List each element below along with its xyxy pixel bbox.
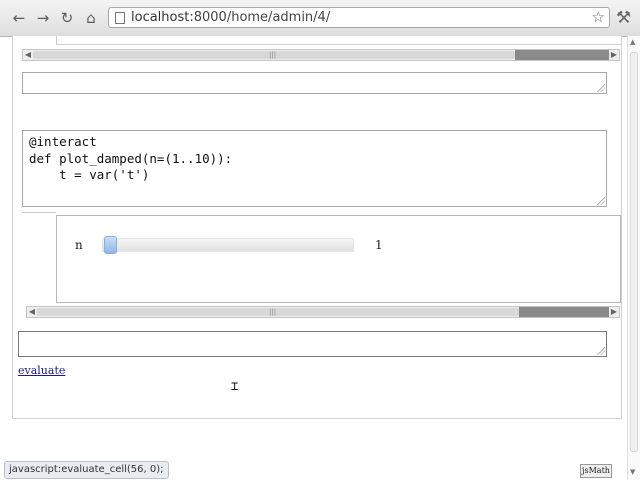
active-input-cell[interactable]	[18, 331, 607, 357]
evaluate-link[interactable]: evaluate	[18, 364, 65, 377]
slider-track[interactable]	[102, 238, 354, 252]
url-path: :8000/home/admin/4/	[189, 10, 331, 25]
forward-arrow-icon[interactable]: →	[34, 9, 52, 27]
slider-value: 1	[375, 238, 383, 252]
interact-connector	[22, 212, 56, 213]
interact-horizontal-scrollbar[interactable]: ◀ ||| ▶	[26, 306, 620, 318]
scroll-left-icon[interactable]: ◀	[23, 50, 33, 60]
resize-grip-icon[interactable]	[597, 84, 605, 92]
scroll-left-icon[interactable]: ◀	[27, 307, 37, 317]
star-icon[interactable]: ☆	[592, 8, 605, 26]
code-input-cell[interactable]: @interact def plot_damped(n=(1..10)): t …	[22, 130, 607, 207]
resize-grip-icon[interactable]	[597, 197, 605, 205]
code-text: @interact def plot_damped(n=(1..10)): t …	[29, 134, 232, 184]
scroll-right-icon[interactable]: ▶	[609, 307, 619, 317]
slider-handle[interactable]	[104, 236, 117, 254]
url-text: localhost:8000/home/admin/4/	[131, 10, 330, 25]
wrench-icon[interactable]: ⚒	[616, 8, 631, 28]
vertical-scroll-thumb[interactable]	[630, 52, 638, 452]
reload-icon[interactable]: ↻	[58, 9, 76, 27]
slider-variable-label: n	[75, 238, 83, 252]
output-horizontal-scrollbar[interactable]: ◀ ||| ▶	[22, 49, 620, 61]
scroll-thumb-dark[interactable]	[515, 50, 609, 60]
previous-output-cell	[56, 36, 622, 45]
scroll-down-icon[interactable]: ▼	[630, 468, 635, 476]
back-arrow-icon[interactable]: ←	[10, 9, 28, 27]
code-line: t = var('t')	[29, 167, 150, 182]
scroll-thumb-dark[interactable]	[519, 307, 609, 317]
page-vertical-scrollbar[interactable]: ▲ ▼	[627, 36, 640, 480]
resize-grip-icon[interactable]	[597, 347, 605, 355]
scroll-grip-icon: |||	[269, 51, 277, 59]
scroll-right-icon[interactable]: ▶	[609, 50, 619, 60]
interact-controls-panel: n 1	[56, 215, 621, 303]
url-host: localhost	[131, 10, 190, 25]
scroll-thumb[interactable]	[37, 308, 519, 316]
home-icon[interactable]: ⌂	[82, 9, 100, 27]
scroll-up-icon[interactable]: ▲	[630, 38, 635, 46]
address-bar[interactable]: localhost:8000/home/admin/4/ ☆	[108, 7, 610, 28]
status-bar-link-preview: javascript:evaluate_cell(56, 0);	[4, 461, 169, 479]
browser-toolbar: ← → ↻ ⌂ localhost:8000/home/admin/4/ ☆ ⚒	[0, 0, 640, 37]
code-line: @interact	[29, 134, 97, 149]
jsmath-button[interactable]: jsMath	[580, 464, 612, 478]
empty-input-cell[interactable]	[22, 72, 607, 94]
text-cursor-icon: ⌶	[231, 379, 239, 393]
code-line: def plot_damped(n=(1..10)):	[29, 150, 233, 166]
page-icon	[115, 12, 125, 24]
scroll-grip-icon: |||	[269, 308, 277, 316]
worksheet: ◀ ||| ▶ @interact def plot_damped(n=(1..…	[12, 36, 622, 419]
